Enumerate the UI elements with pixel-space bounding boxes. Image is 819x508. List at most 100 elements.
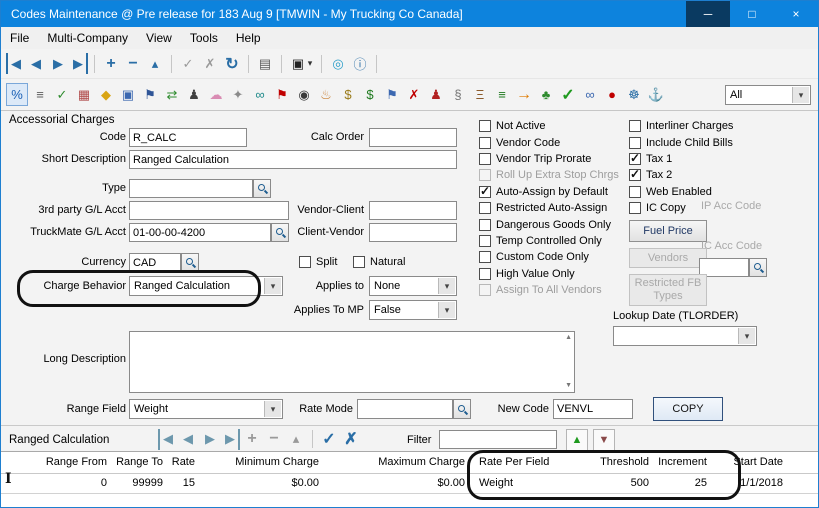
grid-insert-icon[interactable]: + [242, 429, 262, 450]
menu-item-multi-company[interactable]: Multi-Company [38, 27, 137, 49]
range-field-combo[interactable]: Weight ▾ [129, 399, 283, 419]
checkbox-box[interactable] [479, 186, 491, 198]
cell-maximum-charge[interactable]: $0.00 [351, 474, 465, 493]
checkbox-box[interactable] [479, 153, 491, 165]
orange-arrow-icon[interactable]: → [514, 84, 534, 105]
red-flag-icon[interactable]: ⚑ [272, 84, 292, 105]
checkbox-box[interactable] [299, 256, 311, 268]
rating-codes-icon[interactable]: % [6, 83, 28, 106]
person-icon[interactable]: ♟ [184, 84, 204, 105]
scroll-up-icon[interactable]: ▲ [565, 334, 572, 342]
insert-record-icon[interactable]: + [101, 53, 121, 74]
cell-rate[interactable]: 15 [165, 474, 195, 493]
checkbox-dangerous-goods-only[interactable]: Dangerous Goods Only [479, 216, 619, 232]
group-icon[interactable]: ♟ [426, 84, 446, 105]
long-description-memo[interactable]: ▲ ▼ [129, 331, 575, 393]
cancel-edit-icon[interactable]: ✗ [200, 53, 220, 74]
checkbox-box[interactable] [479, 202, 491, 214]
col-range-to[interactable]: Range To [111, 453, 163, 473]
filter-clear-icon[interactable]: ▼ [593, 429, 615, 451]
checkbox-custom-code-only[interactable]: Custom Code Only [479, 249, 619, 265]
last-record-icon[interactable]: ▶ [70, 53, 88, 74]
checkbox-box[interactable] [479, 219, 491, 231]
grid-last-icon[interactable]: ▶ [222, 429, 240, 450]
filter-input[interactable] [439, 430, 557, 449]
tools-icon[interactable]: ✦ [228, 84, 248, 105]
col-minimum-charge[interactable]: Minimum Charge [221, 453, 319, 473]
measure-icon[interactable]: § [448, 84, 468, 105]
menu-item-view[interactable]: View [137, 27, 181, 49]
chevron-down-icon[interactable]: ▾ [738, 328, 755, 344]
checklist-icon[interactable]: ✓ [52, 84, 72, 105]
refresh-icon[interactable]: ↻ [222, 53, 242, 74]
code-type-filter-combo[interactable]: All ▾ [725, 85, 811, 105]
cell-range-to[interactable]: 99999 [111, 474, 163, 493]
web-link-icon[interactable]: ◎ [328, 53, 348, 74]
close-button[interactable]: × [774, 1, 818, 27]
info-icon[interactable]: ⓘ [350, 53, 370, 74]
currency-lookup-button[interactable] [181, 253, 199, 272]
car-icon[interactable]: ● [602, 84, 622, 105]
chevron-down-icon[interactable]: ▾ [438, 302, 455, 318]
type-lookup-button[interactable] [253, 179, 271, 198]
checkbox-web-enabled[interactable]: Web Enabled [629, 184, 733, 200]
new-code-input[interactable] [553, 399, 633, 419]
checkbox-vendor-code[interactable]: Vendor Code [479, 134, 619, 150]
currency-input[interactable] [129, 253, 181, 272]
checkbox-include-child-bills[interactable]: Include Child Bills [629, 134, 733, 150]
grid-edit-icon[interactable]: ▴ [286, 429, 306, 450]
checkbox-high-value-only[interactable]: High Value Only [479, 266, 619, 282]
club-icon[interactable]: ♣ [536, 84, 556, 105]
checkbox-natural[interactable]: Natural [353, 254, 405, 270]
checkbox-vendor-trip-prorate[interactable]: Vendor Trip Prorate [479, 151, 619, 167]
first-record-icon[interactable]: ◀ [6, 53, 24, 74]
report-viewer-dropdown-icon[interactable]: ▾ [305, 53, 315, 74]
post-edit-icon[interactable]: ✓ [178, 53, 198, 74]
print-icon[interactable]: ▤ [255, 53, 275, 74]
chevron-down-icon[interactable]: ▾ [438, 278, 455, 294]
grid-data-row[interactable]: 0 99999 15 $0.00 $0.00 Weight 500 25 1/1… [1, 474, 818, 494]
dollar-icon[interactable]: $ [360, 84, 380, 105]
type-input[interactable] [129, 179, 253, 198]
lookup-date-combo[interactable]: ▾ [613, 326, 757, 346]
checkbox-box[interactable] [629, 137, 641, 149]
remove-group-icon[interactable]: ✗ [404, 84, 424, 105]
anchor-icon[interactable]: ⚓ [646, 84, 666, 105]
checkbox-box[interactable] [629, 202, 641, 214]
checkbox-box[interactable] [353, 256, 365, 268]
prior-record-icon[interactable]: ◀ [26, 53, 46, 74]
col-rate-per-field[interactable]: Rate Per Field [479, 453, 589, 473]
checkbox-box[interactable] [479, 251, 491, 263]
link-icon[interactable]: ∞ [250, 84, 270, 105]
checkbox-box[interactable] [479, 137, 491, 149]
delete-record-icon[interactable]: − [123, 53, 143, 74]
cell-start-date[interactable]: 1/1/2018 [721, 474, 783, 493]
transfer-arrows-icon[interactable]: ⇄ [162, 84, 182, 105]
menu-item-help[interactable]: Help [227, 27, 270, 49]
minimize-button[interactable]: ─ [686, 1, 730, 27]
col-threshold[interactable]: Threshold [597, 453, 649, 473]
col-increment[interactable]: Increment [655, 453, 707, 473]
camera-icon[interactable]: ◉ [294, 84, 314, 105]
cash-icon[interactable]: ≡ [492, 84, 512, 105]
grid-next-icon[interactable]: ▶ [200, 429, 220, 450]
green-check-icon[interactable]: ✓ [558, 84, 578, 105]
checkbox-temp-controlled-only[interactable]: Temp Controlled Only [479, 233, 619, 249]
edit-record-icon[interactable]: ▴ [145, 53, 165, 74]
checkbox-interliner-charges[interactable]: Interliner Charges [629, 118, 733, 134]
mug-icon[interactable]: ♨ [316, 84, 336, 105]
applies-to-combo[interactable]: None ▾ [369, 276, 457, 296]
fuel-price-button[interactable]: Fuel Price [629, 220, 707, 242]
menu-item-tools[interactable]: Tools [181, 27, 227, 49]
rate-mode-lookup-button[interactable] [453, 399, 471, 419]
client-vendor-input[interactable] [369, 223, 457, 242]
code-input[interactable] [129, 128, 247, 147]
blue-flag-icon[interactable]: ⚑ [382, 84, 402, 105]
filter-sort-icon[interactable]: ▲ [566, 429, 588, 451]
checkbox-box[interactable] [479, 120, 491, 132]
cell-threshold[interactable]: 500 [597, 474, 649, 493]
checkbox-box[interactable] [629, 153, 641, 165]
chain-icon[interactable]: ∞ [580, 84, 600, 105]
next-record-icon[interactable]: ▶ [48, 53, 68, 74]
copy-button[interactable]: COPY [653, 397, 723, 421]
